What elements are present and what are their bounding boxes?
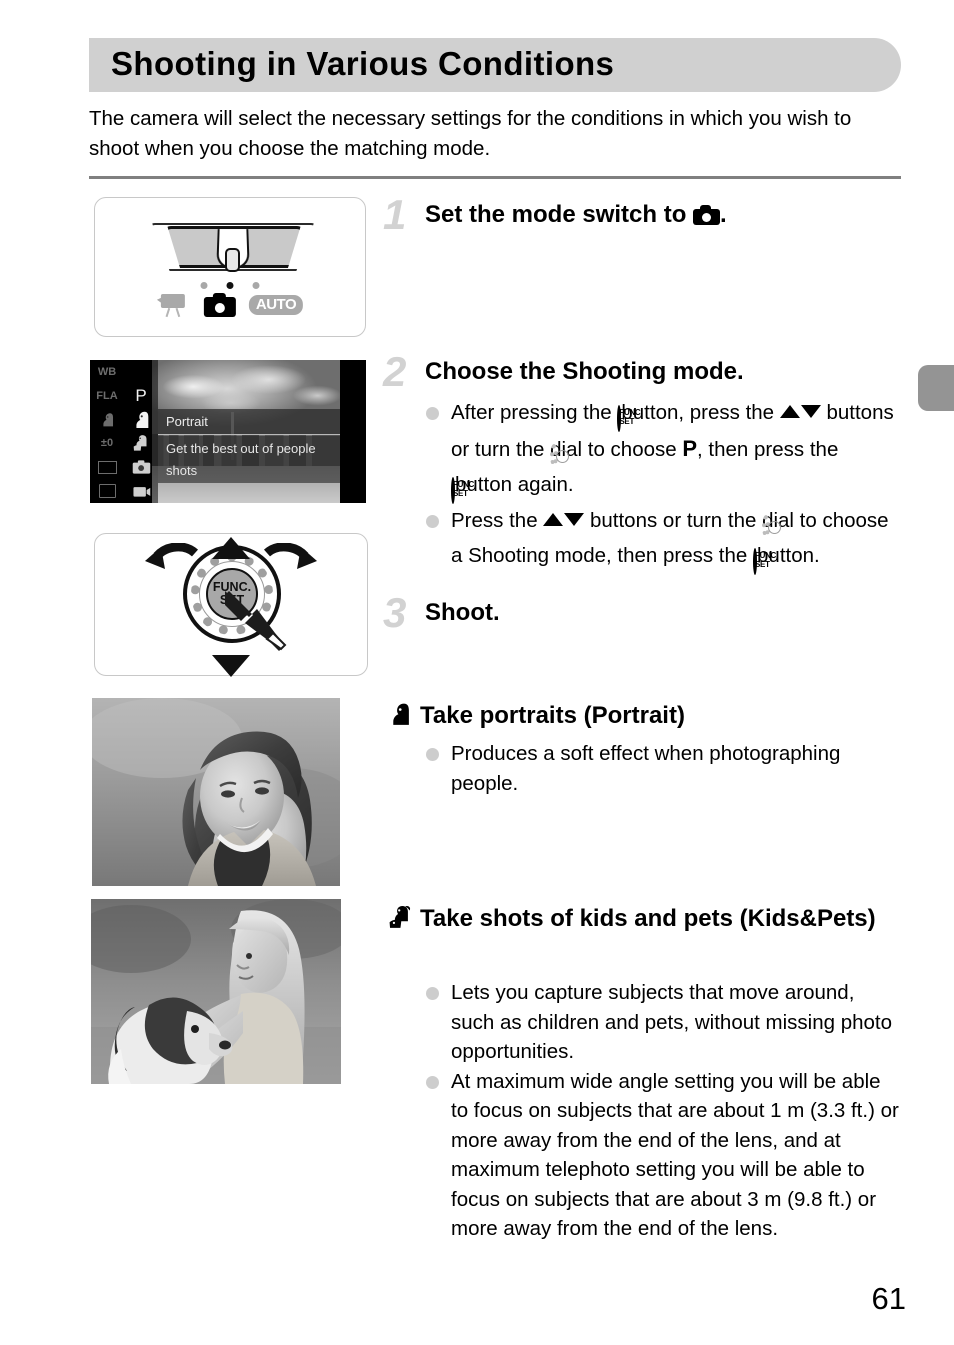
- kids-pets-section-bullets: Lets you capture subjects that move arou…: [424, 978, 902, 1244]
- bullet-text-1e: , then press the: [697, 437, 839, 461]
- step-2-bullet-2: Press the buttons or turn the dial to ch…: [424, 506, 902, 577]
- mode-switch-knob: [225, 248, 240, 272]
- portrait-photo: [92, 698, 340, 886]
- movie-mode-icon: [156, 292, 191, 318]
- lcd-selected-mode-label: Portrait: [158, 409, 340, 435]
- kids-pets-mode-icon[interactable]: [124, 431, 158, 455]
- portrait-mode-icon-selected[interactable]: [124, 408, 158, 432]
- mode-switch-icons: AUTO: [156, 292, 304, 318]
- step-2-bullets: After pressing the FUNC. SET button, pres…: [424, 398, 902, 577]
- kids-pets-bullet-1: Lets you capture subjects that move arou…: [424, 978, 902, 1067]
- exposure-compensation-icon: ±0: [100, 437, 114, 450]
- control-dial-figure: FUNC. SET: [94, 533, 368, 677]
- step-2-heading: Choose the Shooting mode.: [425, 358, 744, 385]
- func-menu-left-column: WB FLA ±0: [90, 360, 124, 503]
- step-1-heading: Set the mode switch to .: [425, 200, 903, 230]
- still-camera-icon: [693, 205, 721, 225]
- portrait-mode-icon: [387, 701, 413, 727]
- section-divider: [89, 176, 901, 179]
- step-2-bullet-1: After pressing the FUNC. SET button, pres…: [424, 398, 902, 506]
- down-button-icon: [800, 405, 821, 418]
- white-balance-icon: WB: [97, 365, 117, 378]
- page-title: Shooting in Various Conditions: [111, 45, 615, 83]
- movie-mode-icon-menu[interactable]: [124, 479, 158, 503]
- up-button-icon: [779, 405, 800, 418]
- func-set-button-icon: FUNC. SET: [753, 548, 778, 575]
- step-3-heading: Shoot.: [425, 599, 500, 626]
- portrait-section-heading: Take portraits (Portrait): [387, 698, 903, 734]
- position-dot-still: [226, 282, 234, 289]
- kids-pets-section-heading: Take shots of kids and pets (Kids&Pets): [387, 901, 903, 937]
- position-dot-auto: [252, 282, 260, 289]
- func-menu-mode-column: P: [124, 360, 158, 503]
- bullet-text-1d: dial to choose: [550, 437, 683, 461]
- step-3: 3 Shoot.: [383, 592, 903, 634]
- up-button-icon: [543, 512, 564, 526]
- program-mode-icon[interactable]: P: [124, 384, 158, 408]
- bullet-text-2a: Press the: [451, 508, 544, 532]
- portrait-bullet-1: Produces a soft effect when photographin…: [424, 739, 902, 798]
- bullet-text-1a: After pressing the: [451, 401, 618, 424]
- aspect-ratio-icon: [90, 455, 124, 479]
- chapter-tab: [918, 365, 954, 411]
- control-dial-graphic: FUNC. SET: [145, 536, 317, 677]
- kids-pets-section-title: Take shots of kids and pets (Kids&Pets): [420, 905, 876, 932]
- portrait-mode-icon-dim: [90, 408, 124, 432]
- kids-pets-bullet-2: At maximum wide angle setting you will b…: [424, 1067, 902, 1244]
- page-number: 61: [871, 1281, 906, 1316]
- lcd-help-text: Get the best out of people shots: [158, 436, 340, 483]
- auto-mode-icon: AUTO: [248, 295, 304, 315]
- smart-auto-icon[interactable]: [124, 455, 158, 479]
- step-2-number: 2: [383, 348, 407, 395]
- page-header-banner: Shooting in Various Conditions: [89, 38, 901, 92]
- mode-switch-position-dots: [200, 282, 260, 289]
- mode-switch-graphic: [145, 220, 317, 272]
- portrait-section-title: Take portraits (Portrait): [420, 702, 685, 729]
- down-button-icon[interactable]: [212, 654, 250, 677]
- pointing-hand-icon: [223, 589, 287, 651]
- kids-pets-photo: [91, 899, 341, 1084]
- step-2: 2 Choose the Shooting mode.: [383, 351, 903, 393]
- func-set-button-icon: FUNC. SET: [451, 477, 476, 504]
- program-mode-icon: P: [682, 435, 698, 461]
- step-3-number: 3: [383, 589, 407, 636]
- still-camera-mode-icon: [203, 293, 236, 317]
- flash-auto-icon: FLA: [96, 389, 118, 402]
- intro-paragraph: The camera will select the necessary set…: [89, 107, 852, 160]
- bullet-text-1b: button, press the: [621, 401, 780, 424]
- down-button-icon: [564, 512, 585, 526]
- position-dot-movie: [200, 282, 208, 289]
- bullet-text-2b: buttons or turn the: [584, 508, 763, 532]
- step-1-heading-text: Set the mode switch to: [425, 201, 694, 228]
- step-1-heading-period: .: [720, 201, 727, 228]
- mode-switch-figure: AUTO: [94, 197, 366, 337]
- portrait-section-bullets: Produces a soft effect when photographin…: [424, 739, 902, 798]
- image-quality-icon: [90, 479, 124, 503]
- func-set-button-icon: FUNC. SET: [617, 405, 643, 432]
- lcd-screen-figure: WB FLA ±0 P Portrait Get the best out of…: [90, 360, 366, 503]
- func-menu-spacer: [124, 360, 158, 384]
- kids-pets-mode-icon: [387, 904, 413, 930]
- up-button-icon[interactable]: [212, 536, 250, 559]
- step-1: 1 Set the mode switch to .: [383, 194, 903, 236]
- step-1-number: 1: [383, 191, 407, 238]
